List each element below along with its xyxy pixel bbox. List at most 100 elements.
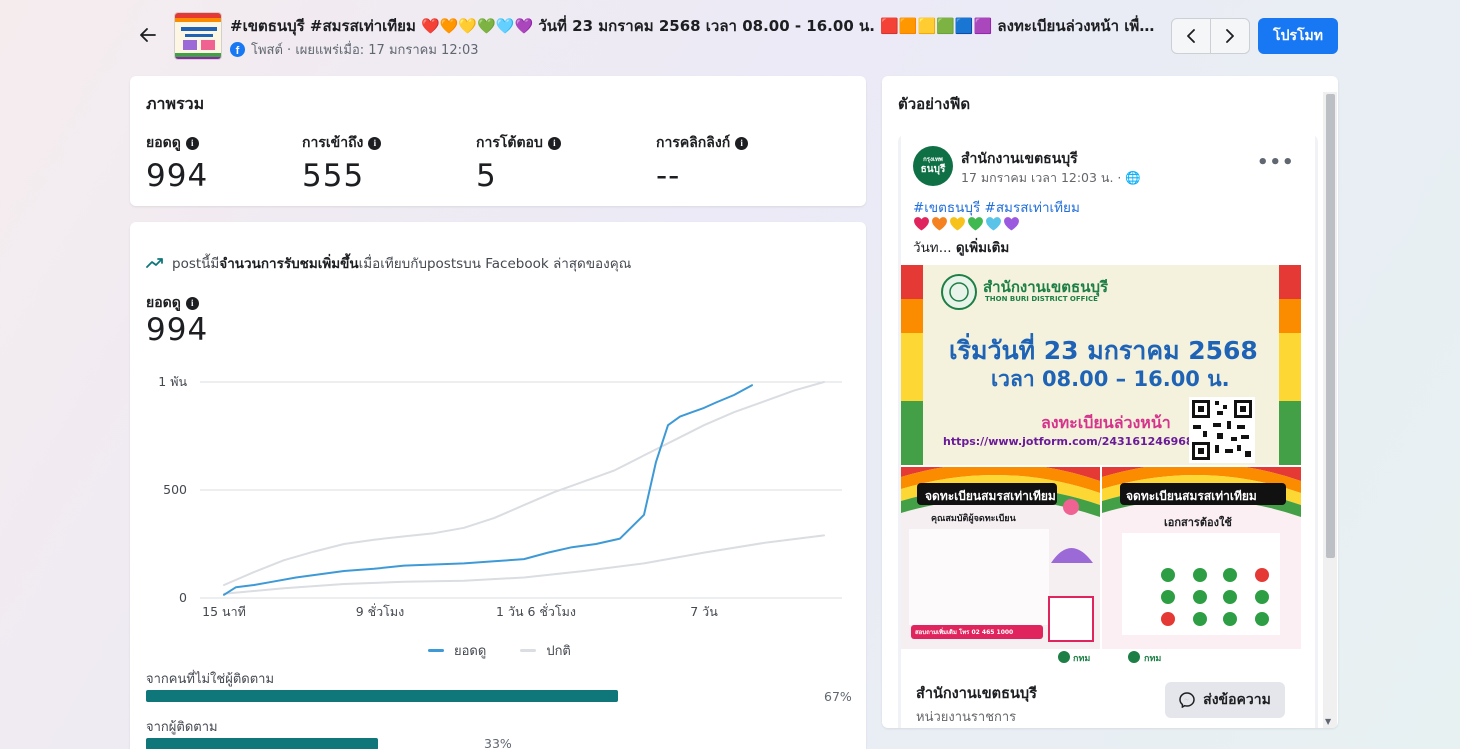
bma-logo: กทม [1144, 654, 1162, 664]
legend-swatch-views [428, 649, 444, 652]
heart-icon [986, 217, 1001, 231]
page-avatar[interactable]: กรุงเทพ ธนบุรี [913, 146, 953, 186]
send-message-button[interactable]: ส่งข้อความ [1165, 682, 1285, 718]
info-icon[interactable]: i [735, 136, 749, 150]
footer-page-name[interactable]: สำนักงานเขตธนบุรี [916, 682, 1037, 705]
post-image-main[interactable]: สำนักงานเขตธนบุรี THON BURI DISTRICT OFF… [901, 265, 1301, 465]
scrollbar-thumb[interactable] [1326, 94, 1335, 558]
post-image-qualifications[interactable]: จดทะเบียนสมรสเท่าเทียม คุณสมบัติผู้จดทะเ… [901, 467, 1100, 665]
chart-legend: ยอดดู ปกติ [428, 640, 571, 661]
metric-reach: การเข้าถึง i 555 [302, 132, 382, 194]
y-tick-label: 0 [179, 590, 187, 605]
info-icon[interactable]: i [547, 136, 561, 150]
footer-page-category: หน่วยงานราชการ [916, 710, 1017, 725]
send-message-label: ส่งข้อความ [1203, 692, 1271, 708]
heart-icon [932, 217, 947, 231]
metric-interactions: การโต้ตอบ i 5 [476, 132, 561, 194]
series-line-typical[interactable] [223, 534, 825, 595]
post-meta-row: f โพสต์ · เผยแพร่เมื่อ: 17 มกราคม 12:03 [230, 39, 479, 60]
info-icon[interactable]: i [368, 136, 382, 150]
bma-logo: กทม [1073, 654, 1091, 664]
post-image-documents[interactable]: จดทะเบียนสมรสเท่าเทียม เอกสารต้องใช้ กทม [1102, 467, 1301, 665]
heart-icon [914, 217, 929, 231]
metric-value: 555 [302, 158, 365, 194]
heart-emojis [913, 216, 1021, 235]
metric-value: -- [656, 158, 681, 194]
qualifications-subtitle: คุณสมบัติผู้จดทะเบียน [931, 514, 1016, 524]
chevron-left-icon [1187, 29, 1195, 43]
post-meta: โพสต์ · เผยแพร่เมื่อ: 17 มกราคม 12:03 [251, 43, 479, 58]
post-date[interactable]: 17 มกราคม เวลา 12:03 น. · 🌐 [961, 168, 1141, 188]
post-header: #เขตธนบุรี #สมรสเท่าเทียม ❤️🧡💛💚🩵💜 วันที่… [0, 0, 1460, 72]
info-icon[interactable]: i [185, 136, 199, 150]
metric-label: ยอดดู [146, 135, 181, 151]
chevron-right-icon [1226, 29, 1234, 43]
followers-bar-fill [146, 738, 379, 749]
qualifications-cta: สอบถามเพิ่มเติม โทร 02 465 1000 [915, 629, 1014, 636]
followers-label: จากผู้ติดตาม [146, 720, 218, 735]
page-name[interactable]: สำนักงานเขตธนบุรี [961, 148, 1078, 170]
heart-icon [1004, 217, 1019, 231]
next-post-button[interactable] [1210, 19, 1249, 53]
image-time: เวลา 08.00 – 16.00 น. [991, 367, 1230, 391]
legend-item-typical[interactable]: ปกติ [520, 640, 571, 661]
feed-preview-card: ตัวอย่างฟีด ▼ กรุงเทพ ธนบุรี สำนักงานเขตธ… [882, 76, 1338, 728]
post-snippet: วันท... ดูเพิ่มเติม [913, 240, 1010, 256]
legend-swatch-typical [520, 649, 537, 652]
trending-up-icon [146, 258, 163, 268]
overview-heading: ภาพรวม [146, 94, 205, 113]
post-title: #เขตธนบุรี #สมรสเท่าเทียม ❤️🧡💛💚🩵💜 วันที่… [230, 17, 1160, 35]
promote-button[interactable]: โปรโมท [1258, 18, 1338, 54]
see-more-link[interactable]: ดูเพิ่มเติม [956, 240, 1009, 256]
x-tick-label: 1 วัน 6 ชั่วโมง [496, 603, 576, 619]
x-tick-label: 15 นาที [202, 604, 246, 619]
metric-label: การโต้ตอบ [476, 135, 543, 151]
previous-post-button[interactable] [1172, 19, 1210, 53]
performance-card: postนี้มีจำนวนการรับชมเพิ่มขึ้นเมื่อเทีย… [130, 222, 866, 749]
followers-pct: 33% [484, 736, 512, 749]
qualifications-banner: จดทะเบียนสมรสเท่าเทียม [925, 489, 1056, 503]
y-tick-label: 1 พัน [158, 374, 187, 389]
non-followers-pct: 67% [824, 689, 852, 704]
back-arrow-icon [140, 28, 156, 42]
preview-scrollbar[interactable]: ▼ [1323, 92, 1337, 728]
trend-text: postนี้มีจำนวนการรับชมเพิ่มขึ้นเมื่อเทีย… [172, 256, 632, 272]
heart-icon [968, 217, 983, 231]
x-tick-label: 7 วัน [690, 604, 718, 619]
post-body: กรุงเทพ ธนบุรี สำนักงานเขตธนบุรี 17 มกราค… [901, 134, 1315, 728]
legend-item-views[interactable]: ยอดดู [428, 640, 486, 661]
heart-icon [950, 217, 965, 231]
followers-bar [146, 738, 379, 749]
post-hashtags[interactable]: #เขตธนบุรี #สมรสเท่าเทียม [913, 196, 1080, 218]
back-button[interactable] [136, 22, 160, 48]
non-followers-bar-fill [146, 690, 618, 702]
documents-banner: จดทะเบียนสมรสเท่าเทียม [1126, 489, 1257, 503]
views-line-chart: 0 500 1 พัน 15 นาที 9 ชั่วโมง 1 วัน 6 ชั่วโมง… [158, 374, 842, 619]
info-icon[interactable]: i [185, 296, 199, 310]
scroll-down-arrow-icon[interactable]: ▼ [1325, 717, 1331, 726]
non-followers-bar [146, 690, 618, 702]
feed-preview-heading: ตัวอย่างฟีด [898, 95, 971, 113]
preview-post: กรุงเทพ ธนบุรี สำนักงานเขตธนบุรี 17 มกราค… [898, 134, 1318, 728]
metric-label: การคลิกลิงก์ [656, 135, 731, 151]
facebook-icon: f [230, 42, 245, 57]
office-name-en: THON BURI DISTRICT OFFICE [985, 295, 1098, 303]
messenger-icon [1179, 692, 1195, 708]
image-url: https://www.jotform.com/243161246968059 [943, 435, 1217, 448]
non-followers-label: จากคนที่ไม่ใช่ผู้ติดตาม [146, 672, 275, 687]
series-line-typical[interactable] [223, 381, 825, 586]
metric-link-clicks: การคลิกลิงก์ i -- [656, 132, 749, 194]
views-label: ยอดดู [146, 295, 181, 311]
image-register: ลงทะเบียนล่วงหน้า [1041, 413, 1171, 432]
post-navigation [1171, 18, 1250, 54]
more-options-icon[interactable]: ••• [1257, 152, 1295, 173]
views-value: 994 [146, 312, 209, 348]
post-thumbnail [174, 12, 222, 60]
metric-value: 994 [146, 158, 209, 194]
overview-card: ภาพรวม ยอดดู i 994 การเข้าถึง i 555 การโต้… [130, 76, 866, 206]
trend-row: postนี้มีจำนวนการรับชมเพิ่มขึ้นเมื่อเทีย… [146, 252, 631, 274]
qr-code-icon [1189, 397, 1255, 463]
documents-subtitle: เอกสารต้องใช้ [1164, 516, 1232, 529]
metric-value: 5 [476, 158, 497, 194]
metric-label: การเข้าถึง [302, 135, 364, 151]
